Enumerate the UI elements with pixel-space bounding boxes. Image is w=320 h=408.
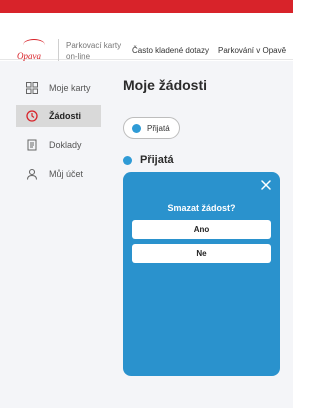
- sidebar-item-my-account[interactable]: Můj účet: [16, 163, 101, 185]
- sidebar-item-label: Můj účet: [49, 169, 84, 179]
- header-divider: [58, 39, 59, 61]
- status-dot-icon: [123, 155, 132, 165]
- sidebar-item-requests[interactable]: Žádosti: [16, 105, 101, 127]
- clock-icon: [25, 109, 39, 123]
- delete-request-dialog: Smazat žádost? Ano Ne: [123, 172, 280, 376]
- status-group-label: Přijatá: [140, 154, 174, 166]
- sidebar-item-documents[interactable]: Doklady: [16, 134, 101, 156]
- confirm-yes-button[interactable]: Ano: [132, 220, 271, 239]
- page-title: Moje žádosti: [123, 77, 208, 93]
- close-icon[interactable]: [258, 177, 274, 193]
- app-name: Parkovací karty on-line: [66, 41, 122, 61]
- nav-link-parking-opava[interactable]: Parkování v Opavě: [218, 46, 286, 55]
- app-header: Opava Parkovací karty on-line Často klad…: [0, 13, 293, 61]
- sidebar-item-label: Doklady: [49, 140, 82, 150]
- logo-text: Opava: [17, 51, 41, 61]
- sidebar-item-label: Moje karty: [49, 83, 91, 93]
- confirm-no-button[interactable]: Ne: [132, 244, 271, 263]
- dialog-title: Smazat žádost?: [167, 203, 236, 213]
- top-brand-bar: [0, 0, 293, 13]
- opava-logo[interactable]: Opava: [17, 39, 51, 61]
- status-filter-chip[interactable]: Přijatá: [123, 117, 180, 139]
- filter-chip-label: Přijatá: [147, 123, 170, 133]
- logo-arc: [23, 39, 45, 51]
- status-dot-icon: [132, 123, 141, 133]
- user-icon: [25, 167, 39, 181]
- document-icon: [25, 138, 39, 152]
- grid-icon: [25, 81, 39, 95]
- nav-link-faq[interactable]: Často kladené dotazy: [132, 46, 209, 55]
- sidebar-item-label: Žádosti: [49, 111, 82, 121]
- status-group-header: Přijatá: [123, 154, 174, 166]
- sidebar-item-my-cards[interactable]: Moje karty: [16, 77, 101, 99]
